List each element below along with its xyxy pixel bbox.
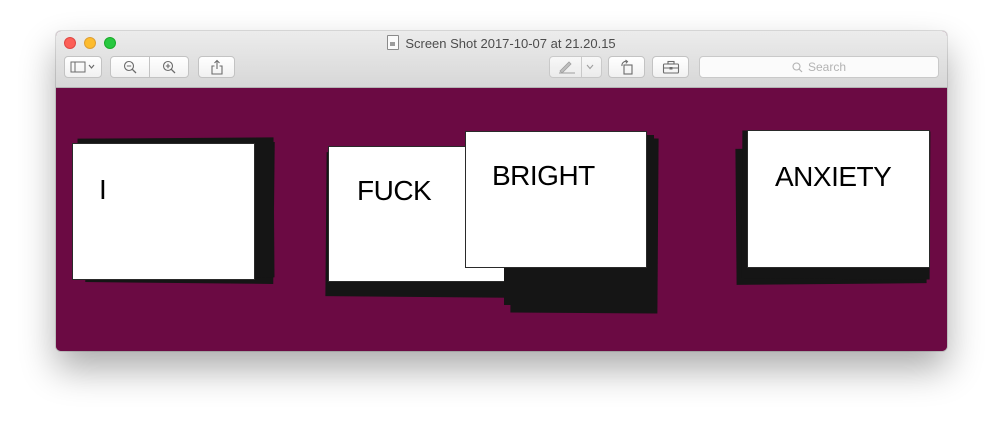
rotate-button[interactable]: [608, 56, 645, 78]
word-card: I: [72, 143, 255, 280]
card-word: ANXIETY: [775, 161, 892, 192]
card-word: FUCK: [357, 175, 432, 206]
markup-button[interactable]: [549, 56, 602, 78]
search-placeholder: Search: [807, 60, 847, 74]
preview-window: Screen Shot 2017-10-07 at 21.20.15 Searc…: [56, 31, 947, 351]
sidebar-toggle-button[interactable]: [64, 56, 102, 78]
rotate-icon: [620, 59, 633, 75]
pen-icon: [559, 61, 575, 74]
share-button[interactable]: [198, 56, 235, 78]
toolbox-button[interactable]: [652, 56, 689, 78]
search-icon: [792, 61, 803, 72]
toolbox-icon: [662, 60, 679, 74]
zoom-out-button[interactable]: [110, 56, 150, 78]
search-field[interactable]: Search: [699, 56, 939, 78]
card-word: BRIGHT: [492, 160, 595, 191]
document-icon: [387, 35, 400, 50]
word-card: ANXIETY: [747, 130, 930, 268]
word-card: BRIGHT: [465, 131, 647, 268]
zoom-in-button[interactable]: [149, 56, 189, 78]
window-title: Screen Shot 2017-10-07 at 21.20.15: [56, 35, 947, 51]
window-title-text: Screen Shot 2017-10-07 at 21.20.15: [405, 36, 616, 51]
share-icon: [210, 59, 223, 75]
card-word: I: [99, 174, 107, 205]
zoom-in-icon: [162, 60, 176, 74]
chevron-down-icon: [586, 64, 594, 70]
zoom-out-icon: [123, 60, 137, 74]
title-bar: Screen Shot 2017-10-07 at 21.20.15 Searc…: [56, 31, 947, 88]
sidebar-toggle-icon: [70, 61, 95, 73]
image-canvas: I FUCK BRIGHT ANXIETY: [56, 88, 947, 351]
